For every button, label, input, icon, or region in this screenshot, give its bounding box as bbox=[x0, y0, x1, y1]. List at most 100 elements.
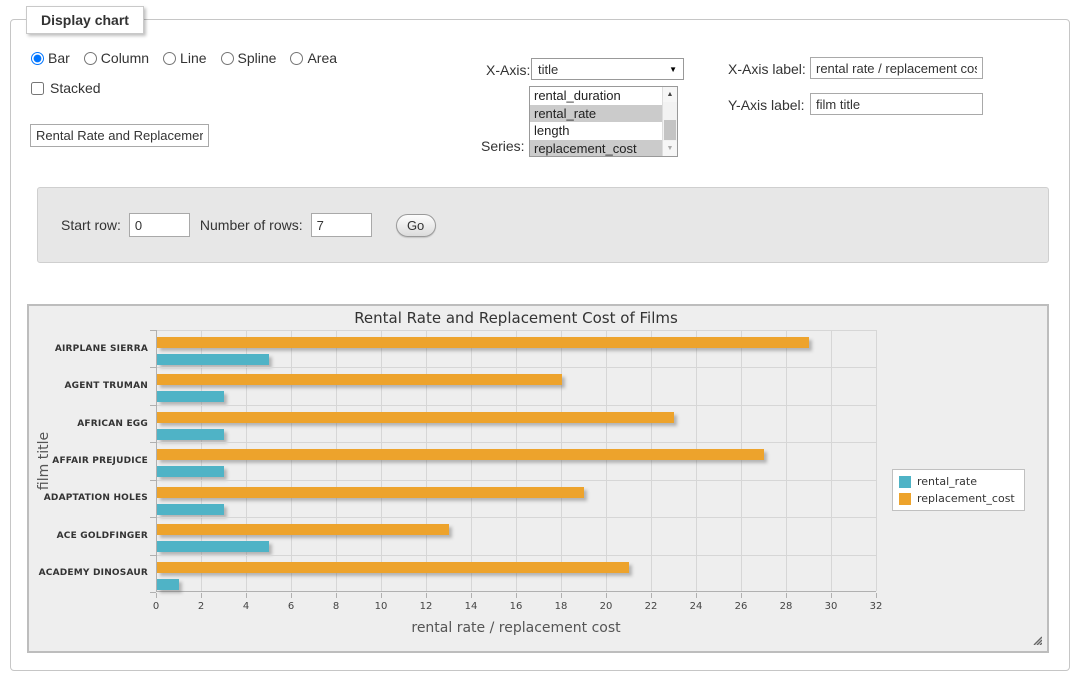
x-axis-tick bbox=[606, 593, 607, 598]
x-axis-tick-label: 14 bbox=[456, 601, 486, 612]
chart-type-area[interactable]: Area bbox=[290, 50, 337, 66]
x-axis-tick-label: 10 bbox=[366, 601, 396, 612]
stacked-label: Stacked bbox=[50, 80, 101, 96]
x-axis-tick bbox=[291, 593, 292, 598]
bar-rental_rate bbox=[157, 354, 269, 365]
chart-type-radio-group: Bar Column Line Spline Area bbox=[31, 50, 337, 66]
bar-replacement_cost bbox=[157, 487, 584, 498]
chart-type-radio-label: Bar bbox=[48, 50, 70, 66]
bar-replacement_cost bbox=[157, 524, 449, 535]
x-axis-tick bbox=[336, 593, 337, 598]
series-option-rental_duration[interactable]: rental_duration bbox=[530, 87, 662, 105]
x-axis-tick-label: 28 bbox=[771, 601, 801, 612]
x-axis-tick-label: 4 bbox=[231, 601, 261, 612]
scrollbar-down-icon[interactable]: ▼ bbox=[663, 141, 677, 156]
y-axis-tick bbox=[150, 405, 156, 406]
chart-legend[interactable]: rental_rate replacement_cost bbox=[892, 469, 1025, 511]
chart-type-column[interactable]: Column bbox=[84, 50, 149, 66]
series-listbox[interactable]: rental_durationrental_ratelengthreplacem… bbox=[529, 86, 678, 157]
chart-type-spline[interactable]: Spline bbox=[221, 50, 277, 66]
x-axis-tick-label: 24 bbox=[681, 601, 711, 612]
gridline bbox=[157, 555, 876, 556]
y-axis-label-field-label: Y-Axis label: bbox=[728, 97, 805, 113]
row-controls-panel: Start row: Number of rows: Go bbox=[37, 187, 1049, 263]
bar-rental_rate bbox=[157, 504, 224, 515]
bar-rental_rate bbox=[157, 466, 224, 477]
display-chart-fieldset: Display chart BarColumnLineSplineArea St… bbox=[10, 19, 1070, 671]
y-axis-tick bbox=[150, 330, 156, 331]
chevron-down-icon: ▼ bbox=[669, 65, 677, 74]
chart-type-bar[interactable]: Bar bbox=[31, 50, 70, 66]
chart-type-radio-bar[interactable] bbox=[31, 52, 44, 65]
gridline bbox=[606, 330, 607, 591]
chart-type-radio-label: Column bbox=[101, 50, 149, 66]
gridline bbox=[157, 480, 876, 481]
num-rows-label: Number of rows: bbox=[200, 217, 303, 233]
gridline bbox=[157, 367, 876, 368]
num-rows-input[interactable] bbox=[311, 213, 372, 237]
y-axis-label-input[interactable] bbox=[810, 93, 983, 115]
start-row-input[interactable] bbox=[129, 213, 190, 237]
category-label: ACE GOLDFINGER bbox=[29, 531, 148, 541]
x-axis-tick-label: 16 bbox=[501, 601, 531, 612]
x-axis-select[interactable]: title ▼ bbox=[531, 58, 684, 80]
series-option-length[interactable]: length bbox=[530, 122, 662, 140]
gridline bbox=[291, 330, 292, 591]
scrollbar-track[interactable] bbox=[663, 102, 677, 141]
bar-replacement_cost bbox=[157, 337, 809, 348]
x-axis-tick bbox=[876, 593, 877, 598]
resize-grip[interactable] bbox=[1031, 634, 1042, 645]
x-axis-tick-label: 6 bbox=[276, 601, 306, 612]
chart-type-radio-label: Line bbox=[180, 50, 206, 66]
legend-item-rental_rate[interactable]: rental_rate bbox=[899, 475, 1015, 488]
legend-swatch-icon bbox=[899, 476, 911, 488]
chart-type-radio-column[interactable] bbox=[84, 52, 97, 65]
chart-type-radio-area[interactable] bbox=[290, 52, 303, 65]
y-axis-tick bbox=[150, 480, 156, 481]
x-axis-tick-label: 8 bbox=[321, 601, 351, 612]
x-axis-label-input[interactable] bbox=[810, 57, 983, 79]
chart-type-radio-label: Area bbox=[307, 50, 337, 66]
chart-x-axis-title: rental rate / replacement cost bbox=[156, 620, 876, 636]
series-listbox-options: rental_durationrental_ratelengthreplacem… bbox=[530, 87, 662, 156]
chart-title-input[interactable] bbox=[30, 124, 209, 147]
gridline bbox=[831, 330, 832, 591]
go-button[interactable]: Go bbox=[396, 214, 436, 237]
series-listbox-label: Series: bbox=[481, 138, 525, 154]
chart-type-line[interactable]: Line bbox=[163, 50, 206, 66]
legend-label: rental_rate bbox=[917, 475, 977, 488]
x-axis-tick-label: 32 bbox=[861, 601, 891, 612]
x-axis-select-label: X-Axis: bbox=[486, 62, 530, 78]
series-option-replacement_cost[interactable]: replacement_cost bbox=[530, 140, 662, 157]
x-axis-tick bbox=[426, 593, 427, 598]
legend-item-replacement_cost[interactable]: replacement_cost bbox=[899, 492, 1015, 505]
stacked-checkbox[interactable] bbox=[31, 82, 44, 95]
gridline bbox=[876, 330, 877, 591]
gridline bbox=[471, 330, 472, 591]
scrollbar-up-icon[interactable]: ▲ bbox=[663, 87, 677, 102]
gridline bbox=[157, 405, 876, 406]
chart-type-radio-line[interactable] bbox=[163, 52, 176, 65]
fieldset-legend: Display chart bbox=[26, 6, 144, 34]
chart-y-axis-title: film title bbox=[36, 406, 52, 516]
scrollbar-thumb[interactable] bbox=[664, 120, 676, 140]
series-option-rental_rate[interactable]: rental_rate bbox=[530, 105, 662, 123]
x-axis-tick bbox=[831, 593, 832, 598]
stacked-checkbox-row[interactable]: Stacked bbox=[31, 80, 101, 96]
bar-replacement_cost bbox=[157, 412, 674, 423]
x-axis-tick bbox=[561, 593, 562, 598]
bar-replacement_cost bbox=[157, 562, 629, 573]
gridline bbox=[741, 330, 742, 591]
y-axis-tick bbox=[150, 592, 156, 593]
bar-replacement_cost bbox=[157, 374, 562, 385]
gridline bbox=[561, 330, 562, 591]
chart-type-radio-spline[interactable] bbox=[221, 52, 234, 65]
x-axis-tick bbox=[516, 593, 517, 598]
legend-swatch-icon bbox=[899, 493, 911, 505]
x-axis-tick-label: 18 bbox=[546, 601, 576, 612]
x-axis-tick bbox=[741, 593, 742, 598]
chart-panel: Rental Rate and Replacement Cost of Film… bbox=[27, 304, 1049, 653]
x-axis-tick bbox=[651, 593, 652, 598]
series-listbox-scrollbar[interactable]: ▲ ▼ bbox=[662, 87, 677, 156]
bar-rental_rate bbox=[157, 429, 224, 440]
